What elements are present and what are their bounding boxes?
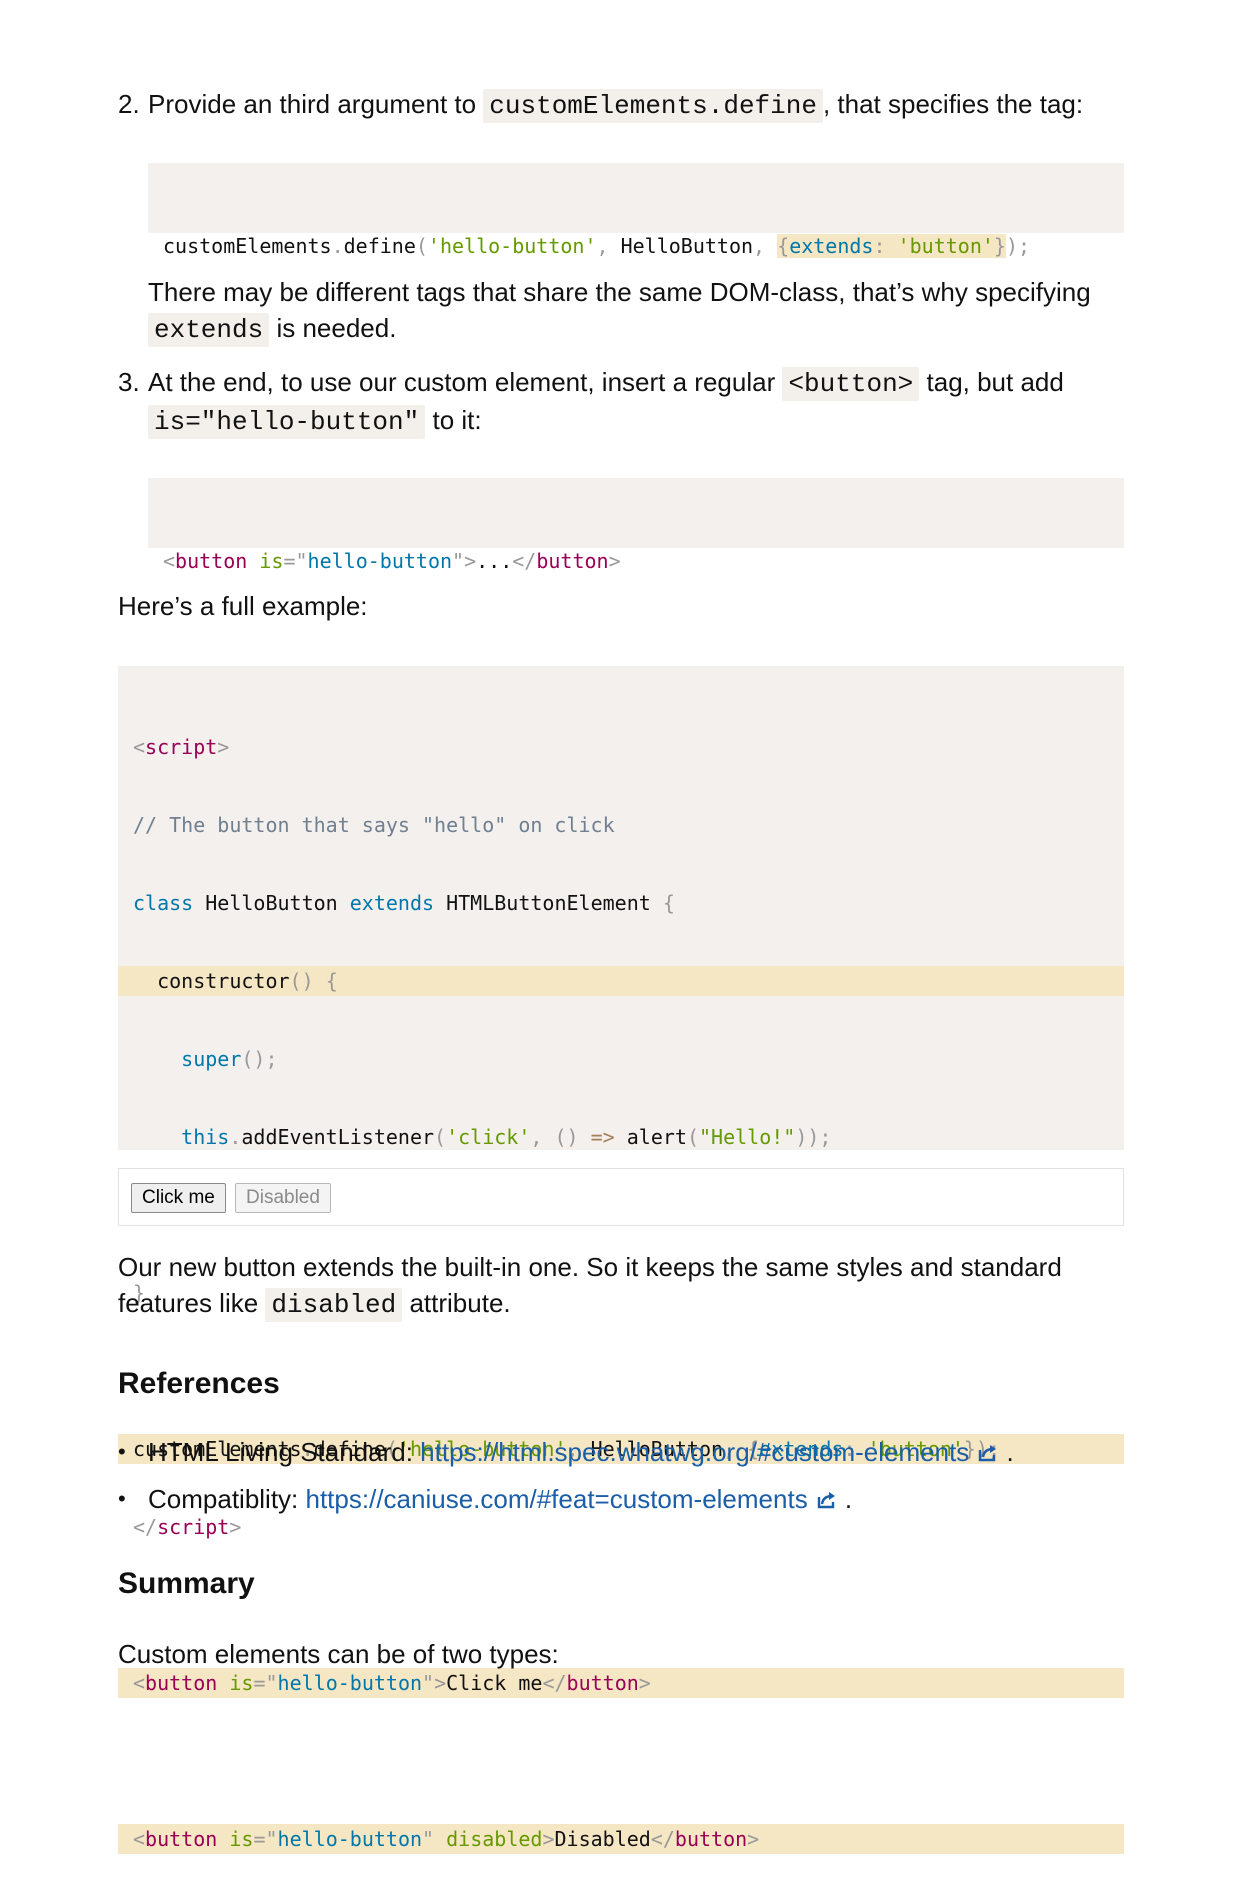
code-line: super();: [181, 1047, 278, 1071]
code-block-full-example: <script> // The button that says "hello"…: [118, 666, 1124, 1854]
code-line-highlighted: <button is="hello-button" disabled>Disab…: [118, 1824, 1124, 1854]
summary-text: Custom elements can be of two types:: [118, 1639, 559, 1669]
bullet: •: [118, 1439, 126, 1464]
inline-highlight: {extends: 'button'}: [777, 234, 1006, 258]
step-3-text-after: to it:: [425, 405, 482, 435]
code-line: // The button that says "hello" on click: [133, 813, 615, 837]
inline-code: disabled: [265, 1288, 403, 1322]
explanation-paragraph: Our new button extends the built-in one.…: [118, 1249, 1118, 1323]
code-line: <script>: [133, 735, 230, 759]
inline-code: <button>: [782, 367, 920, 401]
step-2-note-after: is needed.: [269, 313, 397, 343]
click-me-button[interactable]: Click me: [131, 1183, 226, 1213]
code-line: class HelloButton extends HTMLButtonElem…: [133, 891, 675, 915]
step-2-text-before: Provide an third argument to: [148, 89, 484, 119]
step-2-note: There may be different tags that share t…: [148, 274, 1138, 348]
explanation-line-1: Our new button extends the built-in one.…: [118, 1252, 1062, 1282]
reference-label: Compatiblity:: [148, 1484, 306, 1514]
step-3-text-before: At the end, to use our custom element, i…: [148, 367, 783, 397]
reference-item: Compatiblity: https://caniuse.com/#feat=…: [148, 1481, 852, 1517]
summary-heading: Summary: [118, 1567, 255, 1600]
code-block-define: customElements.define('hello-button', He…: [148, 163, 1124, 258]
step-2-text-after: , that specifies the tag:: [822, 89, 1084, 119]
explanation-line-2-after: attribute.: [402, 1288, 511, 1318]
demo-result-frame: Click me Disabled: [118, 1168, 1124, 1226]
step-3-text-mid: tag, but add: [919, 367, 1064, 397]
code-line: customElements.define('hello-button', He…: [163, 234, 1031, 258]
code-block-button: <button is="hello-button">...</button>: [148, 478, 1124, 573]
full-example-label: Here’s a full example:: [118, 591, 368, 621]
inline-code: extends: [148, 313, 270, 347]
reference-after: .: [999, 1437, 1014, 1467]
step-2-note-before: There may be different tags that share t…: [148, 277, 1091, 307]
inline-code: customElements.define: [483, 89, 823, 123]
list-number: 3.: [118, 367, 140, 397]
references-heading: References: [118, 1367, 280, 1400]
reference-link[interactable]: https://caniuse.com/#feat=custom-element…: [306, 1484, 808, 1514]
code-line-highlighted: constructor() {: [118, 966, 1124, 996]
reference-link[interactable]: https://html.spec.whatwg.org/#custom-ele…: [420, 1437, 969, 1467]
document-page: 2. Provide an third argument to customEl…: [0, 0, 1240, 1854]
step-2-text: Provide an third argument to customEleme…: [148, 86, 1138, 124]
bullet: •: [118, 1486, 126, 1511]
explanation-line-2-before: features like: [118, 1288, 266, 1318]
list-number: 2.: [118, 89, 140, 119]
code-line-highlighted: <button is="hello-button">Click me</butt…: [118, 1668, 1124, 1698]
disabled-button: Disabled: [235, 1183, 331, 1213]
inline-code: is="hello-button": [148, 405, 426, 439]
external-link-icon: [817, 1492, 835, 1509]
step-3-text: At the end, to use our custom element, i…: [148, 364, 1138, 440]
reference-item: HTML Living Standard: https://html.spec.…: [148, 1434, 1014, 1470]
code-line: <button is="hello-button">...</button>: [163, 549, 621, 573]
code-line: this.addEventListener('click', () => ale…: [181, 1125, 832, 1149]
reference-after: .: [837, 1484, 853, 1514]
reference-label: HTML Living Standard:: [148, 1437, 421, 1467]
external-link-icon: [979, 1445, 997, 1462]
